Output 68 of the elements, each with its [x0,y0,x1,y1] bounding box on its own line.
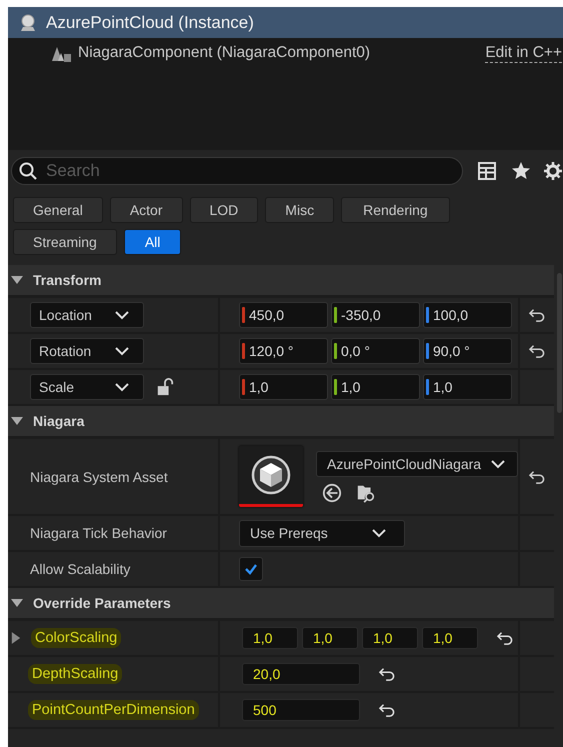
reset-icon[interactable] [528,470,546,484]
chevron-icon [372,528,386,538]
search-field[interactable]: Search [11,157,463,185]
number-field[interactable]: 120,0 ° [239,338,328,364]
reset-icon[interactable] [528,344,546,358]
number-field[interactable]: 450,0 [239,302,328,328]
number-field[interactable]: 1,0 [331,374,420,400]
number-field[interactable]: -350,0 [331,302,420,328]
number-field[interactable]: 1,0 [362,627,418,649]
section-header[interactable]: Niagara [8,406,554,439]
property-label: PointCountPerDimension [28,700,199,720]
section-header[interactable]: Override Parameters [8,588,554,621]
tick-behavior-dropdown[interactable]: Use Prereqs [239,520,405,546]
component-name[interactable]: NiagaraComponent (NiagaraComponent0) [78,44,480,62]
chevron-icon [115,382,129,392]
number-field[interactable]: 1,0 [242,627,298,649]
scrollbar[interactable] [557,273,562,413]
filter-tab[interactable]: Rendering [341,197,450,223]
filter-tab[interactable]: Streaming [13,229,117,255]
number-field[interactable]: 100,0 [423,302,512,328]
number-field[interactable]: 500 [242,699,360,721]
number-field[interactable]: 20,0 [242,663,360,685]
property-label: Niagara System Asset [30,468,168,484]
reset-icon[interactable] [528,308,546,322]
unlocked-padlock-icon[interactable] [156,378,174,396]
table-icon[interactable] [477,161,497,181]
property-label: Niagara Tick Behavior [30,525,167,541]
cube-icon [251,455,291,495]
filter-tab[interactable]: Actor [110,197,182,223]
browse-folder-icon[interactable] [356,482,376,502]
mode-dropdown[interactable]: Location [30,302,144,328]
asset-dropdown[interactable]: AzurePointCloudNiagara [316,450,518,476]
number-field[interactable]: 1,0 [423,374,512,400]
number-field[interactable]: 1,0 [422,627,478,649]
chevron-icon [491,458,505,468]
property-label: ColorScaling [31,628,122,648]
section-title: Niagara [33,413,84,429]
property-label: DepthScaling [28,664,122,684]
reset-icon[interactable] [378,703,396,717]
filter-tab[interactable]: LOD [190,197,258,223]
number-field[interactable]: 1,0 [302,627,358,649]
checkbox[interactable] [239,557,263,581]
chevron-icon [115,346,129,356]
section-title: Transform [33,272,102,288]
chevron-icon [115,310,129,320]
filter-tab[interactable]: Misc [265,197,334,223]
filter-tab[interactable]: General [13,197,103,223]
actor-icon [18,12,38,32]
search-icon [18,161,38,181]
reset-icon[interactable] [378,667,396,681]
star-icon[interactable] [511,161,531,181]
edit-link[interactable]: Edit in C++ [485,44,562,62]
section-title: Override Parameters [33,595,171,611]
expand-icon[interactable] [11,631,21,645]
number-field[interactable]: 90,0 ° [423,338,512,364]
asset-thumbnail[interactable] [239,446,303,507]
section-header[interactable]: Transform [8,265,554,298]
reset-icon[interactable] [496,631,514,645]
mode-dropdown[interactable]: Scale [30,374,144,400]
window-title: AzurePointCloud (Instance) [46,12,254,32]
settings-icon[interactable] [543,161,563,181]
filter-tab[interactable]: All [124,229,182,255]
number-field[interactable]: 1,0 [239,374,328,400]
checkmark-icon [244,562,258,576]
property-label: Allow Scalability [30,561,130,577]
mode-dropdown[interactable]: Rotation [30,338,144,364]
use-selected-icon[interactable] [322,482,342,502]
number-field[interactable]: 0,0 ° [331,338,420,364]
